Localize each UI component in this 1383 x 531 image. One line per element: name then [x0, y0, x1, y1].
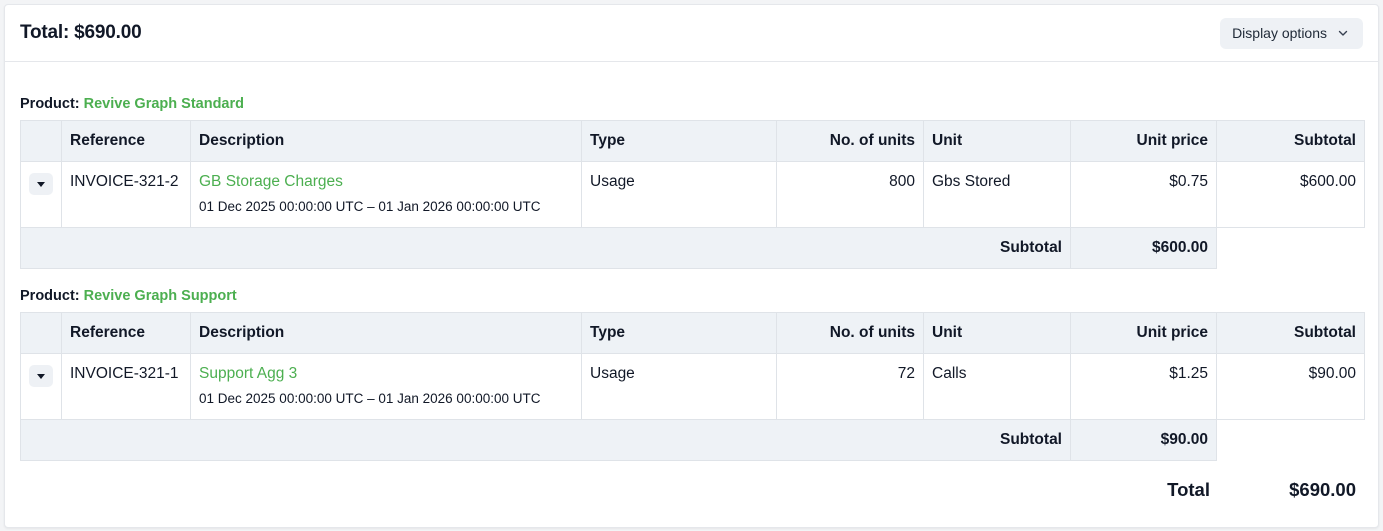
column-header-units: No. of units [776, 312, 924, 354]
column-header-reference: Reference [61, 312, 191, 354]
subtotal-value: $90.00 [1070, 419, 1217, 461]
unit-cell: Gbs Stored [923, 161, 1071, 228]
subtotal-cell: $90.00 [1216, 353, 1365, 420]
column-header-unit: Unit [923, 312, 1071, 354]
expand-row-button[interactable] [29, 365, 53, 387]
units-cell: 800 [776, 161, 924, 228]
caret-down-icon [37, 181, 45, 187]
product-section: Product: Revive Graph Standard Reference… [20, 95, 1365, 269]
grand-total-value: $690.00 [1289, 479, 1356, 500]
type-cell: Usage [581, 161, 777, 228]
product-prefix: Product: [20, 96, 80, 112]
grand-total: Total $690.00 [5, 475, 1380, 505]
column-header-subtotal: Subtotal [1216, 312, 1365, 354]
description-link[interactable]: GB Storage Charges [199, 173, 343, 190]
units-cell: 72 [776, 353, 924, 420]
column-header-units: No. of units [776, 120, 924, 162]
caret-down-icon [37, 373, 45, 379]
subtotal-row: Subtotal $600.00 [20, 227, 1365, 269]
display-options-button[interactable]: Display options [1220, 17, 1363, 49]
subtotal-value: $600.00 [1070, 227, 1217, 269]
invoice-card: Total: $690.00 Display options Product: … [4, 4, 1379, 528]
toggle-cell [20, 161, 62, 228]
chevron-down-icon [1338, 30, 1348, 36]
reference-cell: INVOICE-321-1 [61, 353, 191, 420]
unit-price-cell: $1.25 [1070, 353, 1217, 420]
subtotal-cell: $600.00 [1216, 161, 1365, 228]
card-header: Total: $690.00 Display options [5, 5, 1378, 62]
toggle-cell [20, 353, 62, 420]
product-prefix: Product: [20, 288, 80, 304]
column-header-unit-price: Unit price [1070, 120, 1217, 162]
column-header-description: Description [190, 120, 582, 162]
billing-period: 01 Dec 2025 00:00:00 UTC – 01 Jan 2026 0… [199, 199, 541, 214]
product-section: Product: Revive Graph Support Reference … [20, 287, 1365, 461]
description-cell: Support Agg 3 01 Dec 2025 00:00:00 UTC –… [190, 353, 582, 420]
line-items-table: Reference Description Type No. of units … [20, 120, 1365, 269]
grand-total-label: Total [1167, 479, 1210, 500]
product-name: Revive Graph Support [83, 288, 237, 304]
column-header-unit: Unit [923, 120, 1071, 162]
column-header-unit-price: Unit price [1070, 312, 1217, 354]
table-header-row: Reference Description Type No. of units … [20, 120, 1365, 162]
page-title: Total: $690.00 [20, 22, 142, 43]
product-label: Product: Revive Graph Support [20, 287, 1364, 305]
product-name: Revive Graph Standard [83, 96, 244, 112]
product-label: Product: Revive Graph Standard [20, 95, 1364, 113]
description-link[interactable]: Support Agg 3 [199, 365, 297, 382]
toggle-column-header [20, 312, 62, 354]
subtotal-label: Subtotal [20, 419, 1071, 461]
column-header-subtotal: Subtotal [1216, 120, 1365, 162]
description-cell: GB Storage Charges 01 Dec 2025 00:00:00 … [190, 161, 582, 228]
column-header-reference: Reference [61, 120, 191, 162]
billing-period: 01 Dec 2025 00:00:00 UTC – 01 Jan 2026 0… [199, 391, 541, 406]
table-row: INVOICE-321-1 Support Agg 3 01 Dec 2025 … [20, 353, 1365, 420]
type-cell: Usage [581, 353, 777, 420]
subtotal-label: Subtotal [20, 227, 1071, 269]
reference-cell: INVOICE-321-2 [61, 161, 191, 228]
display-options-label: Display options [1232, 25, 1327, 41]
subtotal-row: Subtotal $90.00 [20, 419, 1365, 461]
unit-cell: Calls [923, 353, 1071, 420]
table-row: INVOICE-321-2 GB Storage Charges 01 Dec … [20, 161, 1365, 228]
column-header-type: Type [581, 312, 777, 354]
unit-price-cell: $0.75 [1070, 161, 1217, 228]
line-items-table: Reference Description Type No. of units … [20, 312, 1365, 461]
column-header-type: Type [581, 120, 777, 162]
table-header-row: Reference Description Type No. of units … [20, 312, 1365, 354]
toggle-column-header [20, 120, 62, 162]
expand-row-button[interactable] [29, 173, 53, 195]
column-header-description: Description [190, 312, 582, 354]
